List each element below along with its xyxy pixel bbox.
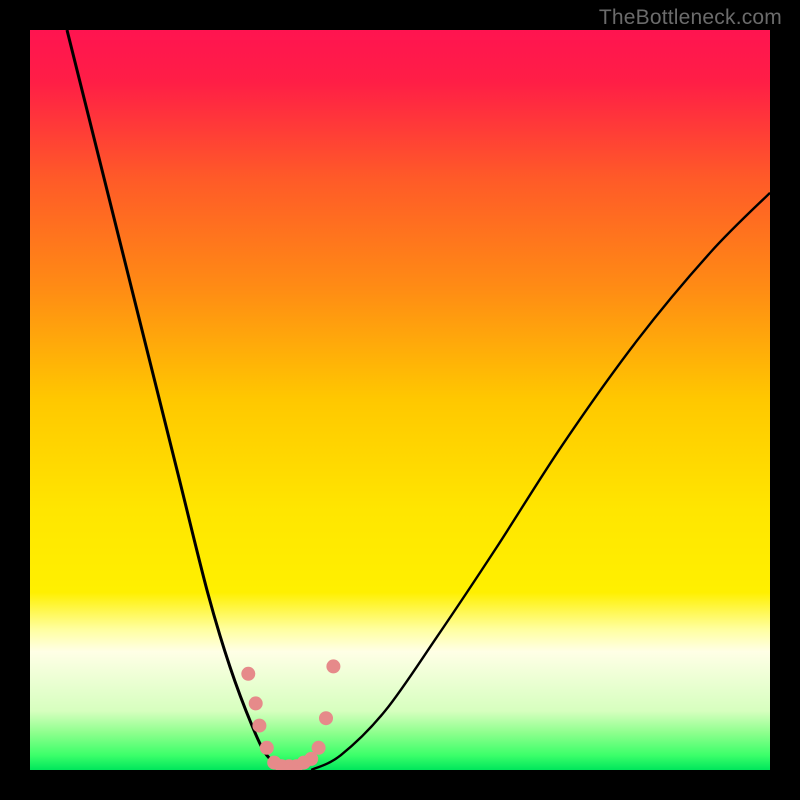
chart-container: [30, 30, 770, 770]
bottleneck-curve-left: [67, 30, 289, 770]
highlight-marker: [241, 667, 255, 681]
highlight-marker: [319, 711, 333, 725]
highlight-marker: [249, 696, 263, 710]
bottleneck-curve-right: [311, 193, 770, 770]
highlight-marker: [326, 659, 340, 673]
highlight-marker: [260, 741, 274, 755]
watermark-text: TheBottleneck.com: [599, 6, 782, 30]
highlight-marker: [252, 719, 266, 733]
highlight-markers-group: [241, 659, 340, 770]
highlight-marker: [312, 741, 326, 755]
chart-curves: [30, 30, 770, 770]
